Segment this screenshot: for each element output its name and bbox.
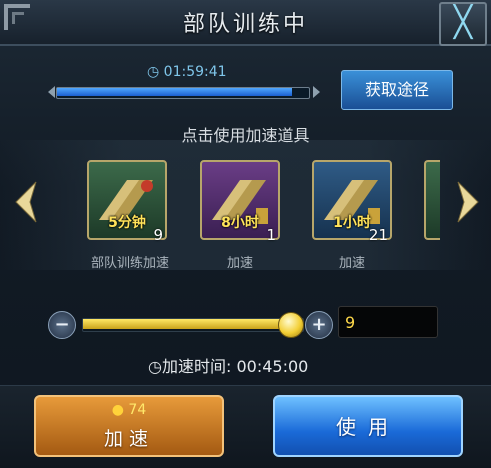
gold-cost-value: 74: [128, 402, 147, 418]
item-slot-1h[interactable]: 1小时 21: [312, 160, 392, 244]
item-name: 部队训练加速: [90, 256, 169, 271]
quantity-input[interactable]: 9: [338, 306, 438, 338]
scroll-left-arrow-icon[interactable]: [14, 180, 38, 224]
item-name: 加速: [226, 256, 253, 271]
speedup-button-label: 加速: [103, 428, 154, 450]
training-dialog: 部队训练中 ╳ ◷ 01:59:41 获取途径 点击使用加速道具 5分钟 9 部…: [0, 0, 491, 468]
remaining-time: ◷ 01:59:41: [147, 64, 227, 80]
clock-icon: ◷: [147, 64, 160, 80]
gold-coin-icon: ●: [111, 402, 124, 418]
remaining-time-value: 01:59:41: [163, 64, 227, 80]
item-slot-5min[interactable]: 5分钟 9: [87, 160, 167, 244]
speedup-time-value: 00:45:00: [236, 357, 309, 376]
training-progress-bar: [48, 85, 320, 99]
use-button[interactable]: 使用: [273, 395, 463, 457]
item-slot-8h[interactable]: 8小时 1: [200, 160, 280, 244]
item-name: 加速: [338, 256, 365, 271]
close-button[interactable]: ╳: [439, 2, 487, 46]
plus-icon: +: [311, 314, 327, 335]
hint-text: 点击使用加速道具: [181, 126, 310, 145]
clock-icon: ◷: [148, 357, 162, 376]
item-count: 9: [153, 226, 163, 244]
quantity-slider-handle[interactable]: [278, 312, 304, 338]
item-slot-partial[interactable]: [424, 160, 440, 240]
scroll-right-arrow-icon[interactable]: [456, 180, 480, 224]
decrease-button[interactable]: −: [48, 311, 76, 339]
minus-icon: −: [54, 314, 70, 335]
close-icon: ╳: [453, 5, 473, 40]
item-count: 1: [266, 226, 276, 244]
speedup-time-label: 加速时间:: [161, 357, 232, 376]
gold-cost: ● 74: [36, 402, 222, 418]
speedup-gold-button[interactable]: ● 74 加速: [34, 395, 224, 457]
increase-button[interactable]: +: [305, 311, 333, 339]
get-method-button[interactable]: 获取途径: [341, 70, 453, 110]
progress-fill: [57, 88, 292, 96]
quantity-slider-fill: [83, 319, 290, 329]
speedup-time: ◷加速时间: 00:45:00: [148, 353, 308, 377]
title-bar: 部队训练中 ╳: [0, 0, 491, 46]
item-count: 21: [368, 226, 388, 244]
use-button-label: 使用: [336, 415, 400, 439]
dialog-title: 部队训练中: [182, 12, 308, 37]
